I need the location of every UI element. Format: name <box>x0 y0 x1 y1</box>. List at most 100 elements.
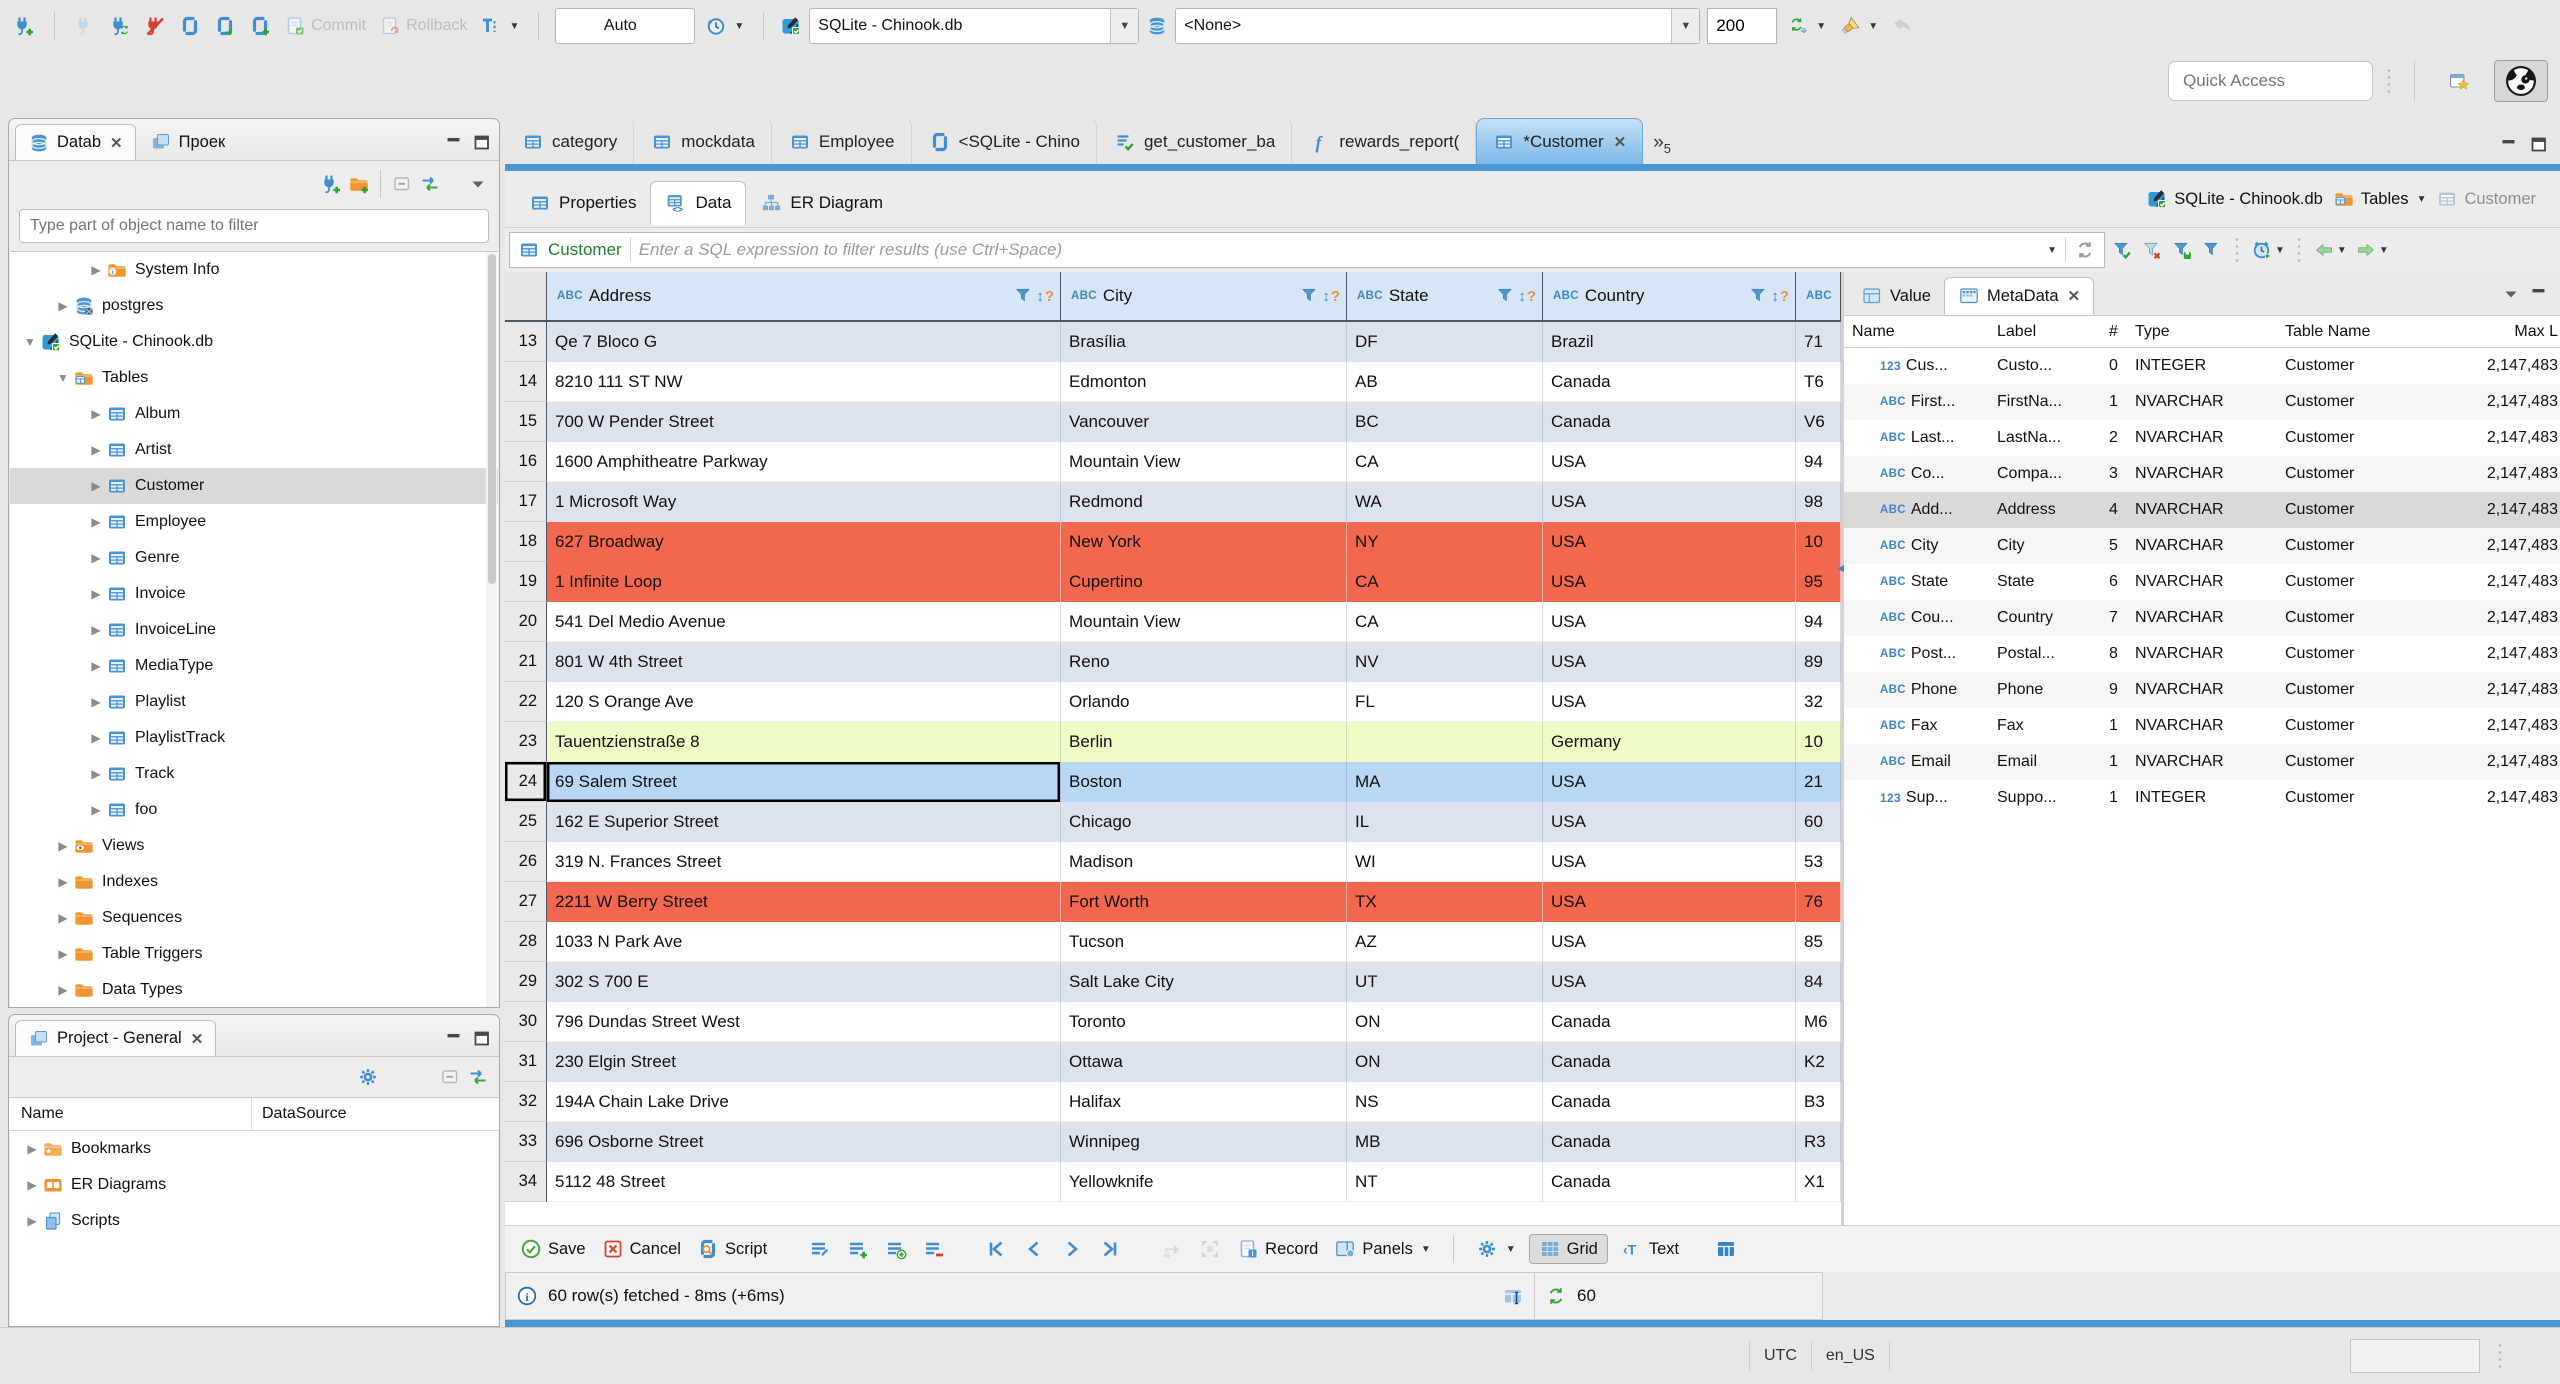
grid-cell[interactable]: 76 <box>1796 882 1841 922</box>
maximize-icon[interactable] <box>471 132 493 154</box>
grid-cell[interactable]: USA <box>1543 562 1796 602</box>
commit-mode-combo[interactable]: Auto <box>555 8 696 44</box>
grid-cell[interactable]: USA <box>1543 442 1796 482</box>
tree-item-employee[interactable]: ▶ Employee <box>10 504 498 540</box>
grid-cell[interactable]: Qe 7 Bloco G <box>547 322 1061 362</box>
breadcrumb-item-customer[interactable]: Customer <box>2436 188 2536 210</box>
column-header-State[interactable]: ABC State ↕? <box>1347 272 1543 320</box>
search-metadata-button[interactable]: ▼ <box>1836 12 1881 40</box>
tree-item-system-info[interactable]: ▶ i System Info <box>10 252 498 288</box>
metadata-row[interactable]: ABC City City 5 NVARCHAR Customer 2,147,483 <box>1844 528 2560 564</box>
grid-cell[interactable]: USA <box>1543 802 1796 842</box>
grid-cell[interactable]: Boston <box>1061 762 1347 802</box>
tree-collapsed-arrow[interactable]: ▶ <box>53 875 73 889</box>
grid-cell[interactable]: USA <box>1543 602 1796 642</box>
tree-expanded-arrow[interactable]: ▼ <box>53 371 73 385</box>
grid-cell[interactable]: 230 Elgin Street <box>547 1042 1061 1082</box>
close-icon[interactable]: ✕ <box>1614 133 1627 151</box>
grid-cell[interactable]: New York <box>1061 522 1347 562</box>
tree-item-views[interactable]: ▶ Views <box>10 828 498 864</box>
rollback-button[interactable]: Rollback <box>376 12 470 40</box>
grid-cell[interactable]: AB <box>1347 362 1543 402</box>
grid-cell[interactable]: USA <box>1543 682 1796 722</box>
auto-refresh-result-button[interactable]: ▼ <box>2249 237 2287 263</box>
tree-item-sequences[interactable]: ▶ Sequences <box>10 900 498 936</box>
grid-cell[interactable]: 69 Salem Street <box>547 762 1061 802</box>
text-mode-button[interactable]: ‹T Text <box>1618 1236 1682 1262</box>
grid-cell[interactable]: B3 <box>1796 1082 1841 1122</box>
grid-cell[interactable]: AZ <box>1347 922 1543 962</box>
column-header-Address[interactable]: ABC Address ↕? <box>547 272 1061 320</box>
tree-item-genre[interactable]: ▶ Genre <box>10 540 498 576</box>
grid-cell[interactable]: USA <box>1543 642 1796 682</box>
row-number[interactable]: 18 <box>505 522 547 562</box>
tree-item-invoiceline[interactable]: ▶ InvoiceLine <box>10 612 498 648</box>
grid-cell[interactable]: NT <box>1347 1162 1543 1202</box>
grid-cell[interactable]: K2 <box>1796 1042 1841 1082</box>
row-number[interactable]: 23 <box>505 722 547 762</box>
editor-tab-mockdata[interactable]: mockdata <box>634 118 772 164</box>
grid-cell[interactable]: 94 <box>1796 602 1841 642</box>
grid-cell[interactable]: 1600 Amphitheatre Parkway <box>547 442 1061 482</box>
tree-item-customer[interactable]: ▶ Customer <box>10 468 498 504</box>
tree-collapsed-arrow[interactable]: ▶ <box>53 983 73 997</box>
reconnect-button[interactable] <box>106 12 134 40</box>
new-connection-icon[interactable] <box>320 173 342 195</box>
grid-cell[interactable]: USA <box>1543 842 1796 882</box>
minimize-icon[interactable] <box>2498 134 2520 156</box>
metadata-row[interactable]: ABC Post... Postal... 8 NVARCHAR Customer 2,14… <box>1844 636 2560 672</box>
apply-filter-button[interactable] <box>2109 237 2135 263</box>
editor-tab-get-customer-ba[interactable]: get_customer_ba <box>1097 118 1293 164</box>
grid-cell[interactable]: USA <box>1543 522 1796 562</box>
grid-cell[interactable]: Berlin <box>1061 722 1347 762</box>
row-number[interactable]: 13 <box>505 322 547 362</box>
grid-cell[interactable]: 94 <box>1796 442 1841 482</box>
grid-cell[interactable]: 120 S Orange Ave <box>547 682 1061 722</box>
grid-cell[interactable]: 2211 W Berry Street <box>547 882 1061 922</box>
metadata-row[interactable]: 123 Sup... Suppo... 1 INTEGER Customer 2,147,4… <box>1844 780 2560 816</box>
grid-cell[interactable]: 32 <box>1796 682 1841 722</box>
tree-item-album[interactable]: ▶ Album <box>10 396 498 432</box>
tree-item-data-types[interactable]: ▶ Data Types <box>10 972 498 1007</box>
tree-collapsed-arrow[interactable]: ▶ <box>86 803 106 817</box>
tree-collapsed-arrow[interactable]: ▶ <box>86 551 106 565</box>
open-sql-editor-button[interactable] <box>211 12 239 40</box>
tree-item-artist[interactable]: ▶ Artist <box>10 432 498 468</box>
minimize-icon[interactable] <box>2528 283 2550 305</box>
connection-combo-arrow[interactable]: ▼ <box>1110 9 1139 43</box>
row-number[interactable]: 30 <box>505 1002 547 1042</box>
row-number[interactable]: 33 <box>505 1122 547 1162</box>
connection-combo[interactable]: SQLite - Chinook.db ▼ <box>809 8 1140 44</box>
grid-cell[interactable]: Cupertino <box>1061 562 1347 602</box>
editor-tab-rewards-report-[interactable]: f rewards_report( <box>1292 118 1477 164</box>
grid-cell[interactable]: FL <box>1347 682 1543 722</box>
grid-cell[interactable]: Halifax <box>1061 1082 1347 1122</box>
grid-cell[interactable]: Salt Lake City <box>1061 962 1347 1002</box>
grid-cell[interactable]: Madison <box>1061 842 1347 882</box>
grid-cell[interactable]: Germany <box>1543 722 1796 762</box>
row-number[interactable]: 21 <box>505 642 547 682</box>
link-with-editor-icon[interactable] <box>419 173 441 195</box>
tree-collapsed-arrow[interactable]: ▶ <box>86 623 106 637</box>
tree-collapsed-arrow[interactable]: ▶ <box>53 299 73 313</box>
grid-cell[interactable]: Ottawa <box>1061 1042 1347 1082</box>
metadata-row[interactable]: ABC Add... Address 4 NVARCHAR Customer 2,147,4… <box>1844 492 2560 528</box>
commit-button[interactable]: Commit <box>281 12 369 40</box>
delete-row-button[interactable] <box>920 1236 948 1262</box>
metadata-column-header[interactable]: Type <box>2127 323 2277 341</box>
refresh-count-icon[interactable] <box>1545 1285 1567 1307</box>
nav-back-button[interactable]: ▼ <box>2311 237 2349 263</box>
grid-cell[interactable]: 85 <box>1796 922 1841 962</box>
grid-cell[interactable]: M6 <box>1796 1002 1841 1042</box>
grid-cell[interactable]: Fort Worth <box>1061 882 1347 922</box>
tree-item-sqlite-chinook-db[interactable]: ▼ SQLite - Chinook.db <box>10 324 498 360</box>
grid-cell[interactable]: Mountain View <box>1061 442 1347 482</box>
tree-collapsed-arrow[interactable]: ▶ <box>86 407 106 421</box>
tree-expanded-arrow[interactable]: ▼ <box>20 335 40 349</box>
grid-cell[interactable]: CA <box>1347 562 1543 602</box>
grid-cell[interactable]: CA <box>1347 442 1543 482</box>
previous-row-button[interactable] <box>1020 1236 1048 1262</box>
metadata-row[interactable]: ABC Cou... Country 7 NVARCHAR Customer 2,147,4… <box>1844 600 2560 636</box>
grid-cell[interactable]: X1 <box>1796 1162 1841 1202</box>
row-number[interactable]: 17 <box>505 482 547 522</box>
